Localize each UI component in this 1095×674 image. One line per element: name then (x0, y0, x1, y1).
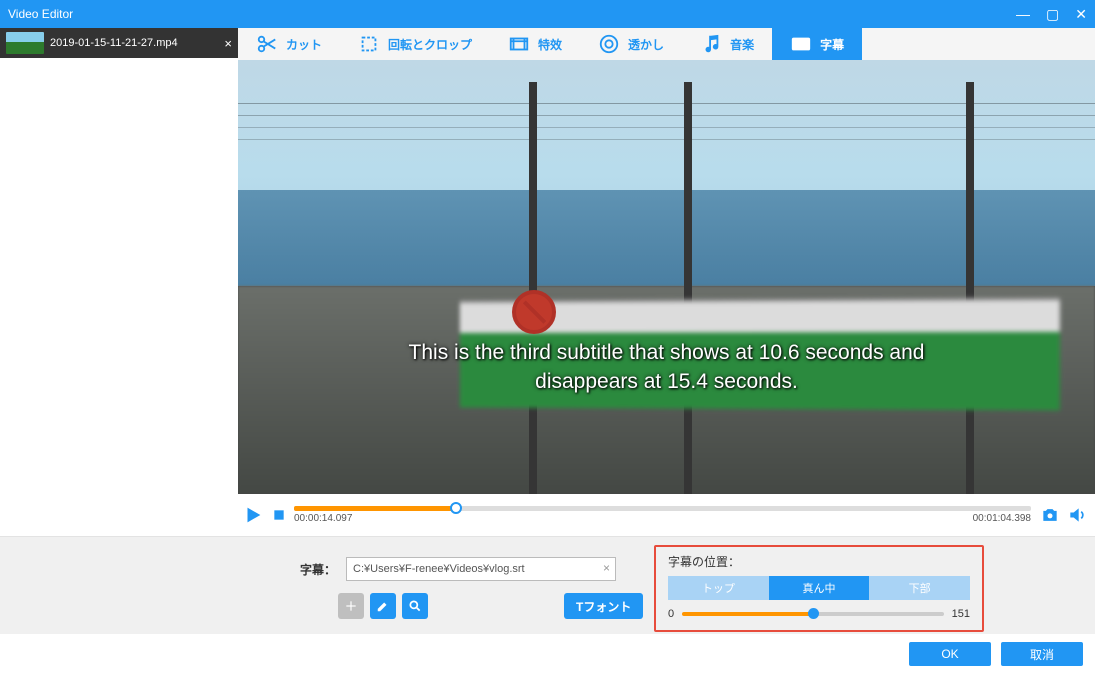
subtitle-path-input[interactable] (346, 557, 616, 581)
ok-button[interactable]: OK (909, 642, 991, 666)
close-icon[interactable]: ✕ (1075, 6, 1087, 23)
tab-watermark[interactable]: 透かし (580, 28, 682, 60)
tab-label: 字幕 (820, 36, 844, 53)
file-close-icon[interactable]: × (224, 36, 232, 51)
subtitle-path-field[interactable]: × (346, 557, 616, 581)
watermark-icon (598, 33, 620, 55)
effects-icon (508, 33, 530, 55)
edit-subtitle-button[interactable] (370, 593, 396, 619)
segment-top[interactable]: トップ (668, 576, 769, 600)
volume-button[interactable] (1067, 505, 1087, 525)
stop-button[interactable] (272, 508, 286, 522)
tab-music[interactable]: 音楽 (682, 28, 772, 60)
subtitle-position-box: 字幕の位置： トップ 真ん中 下部 0 151 (654, 545, 984, 632)
position-value: 151 (952, 608, 970, 620)
play-button[interactable] (242, 504, 264, 526)
tab-cut[interactable]: カット (238, 28, 340, 60)
subtitle-icon (790, 33, 812, 55)
playback-bar: 00:00:14.097 00:01:04.398 (238, 494, 1095, 536)
segment-bottom[interactable]: 下部 (869, 576, 970, 600)
position-slider[interactable] (682, 612, 944, 616)
titlebar: Video Editor — ▢ ✕ (0, 0, 1095, 28)
timeline-slider[interactable] (294, 506, 1031, 511)
window-title: Video Editor (8, 7, 73, 21)
current-time: 00:00:14.097 (294, 513, 352, 524)
clear-input-icon[interactable]: × (603, 561, 610, 575)
font-button[interactable]: Tフォント (564, 593, 643, 619)
position-min: 0 (668, 608, 674, 620)
position-segment: トップ 真ん中 下部 (668, 576, 970, 600)
video-preview: This is the third subtitle that shows at… (238, 60, 1095, 494)
subtitle-label: 字幕： (300, 561, 336, 578)
scissors-icon (256, 33, 278, 55)
tab-label: 回転とクロップ (388, 36, 472, 53)
snapshot-button[interactable] (1039, 505, 1061, 525)
add-subtitle-button (338, 593, 364, 619)
tab-label: 透かし (628, 36, 664, 53)
tab-label: 特效 (538, 36, 562, 53)
tab-label: 音楽 (730, 36, 754, 53)
crop-rotate-icon (358, 33, 380, 55)
subtitle-overlay: This is the third subtitle that shows at… (238, 338, 1095, 397)
total-time: 00:01:04.398 (973, 513, 1031, 524)
segment-middle[interactable]: 真ん中 (769, 576, 870, 600)
file-name: 2019-01-15-11-21-27.mp4 (50, 37, 178, 49)
file-thumbnail (6, 32, 44, 54)
tool-tabs: カット 回転とクロップ 特效 透かし 音楽 字幕 (238, 28, 1095, 60)
position-title: 字幕の位置： (668, 553, 970, 570)
file-item[interactable]: 2019-01-15-11-21-27.mp4 × (0, 28, 238, 58)
subtitle-settings-panel: 字幕： × Tフォント 字幕の位置： トップ 真ん中 下部 0 151 (0, 536, 1095, 634)
tab-effects[interactable]: 特效 (490, 28, 580, 60)
minimize-icon[interactable]: — (1016, 6, 1030, 22)
footer: OK 取消 (0, 634, 1095, 674)
tab-label: カット (286, 36, 322, 53)
window-controls: — ▢ ✕ (1016, 6, 1087, 23)
file-sidebar: 2019-01-15-11-21-27.mp4 × (0, 28, 238, 536)
search-subtitle-button[interactable] (402, 593, 428, 619)
tab-subtitle[interactable]: 字幕 (772, 28, 862, 60)
cancel-button[interactable]: 取消 (1001, 642, 1083, 666)
maximize-icon[interactable]: ▢ (1046, 6, 1059, 23)
tab-rotate-crop[interactable]: 回転とクロップ (340, 28, 490, 60)
music-icon (700, 33, 722, 55)
